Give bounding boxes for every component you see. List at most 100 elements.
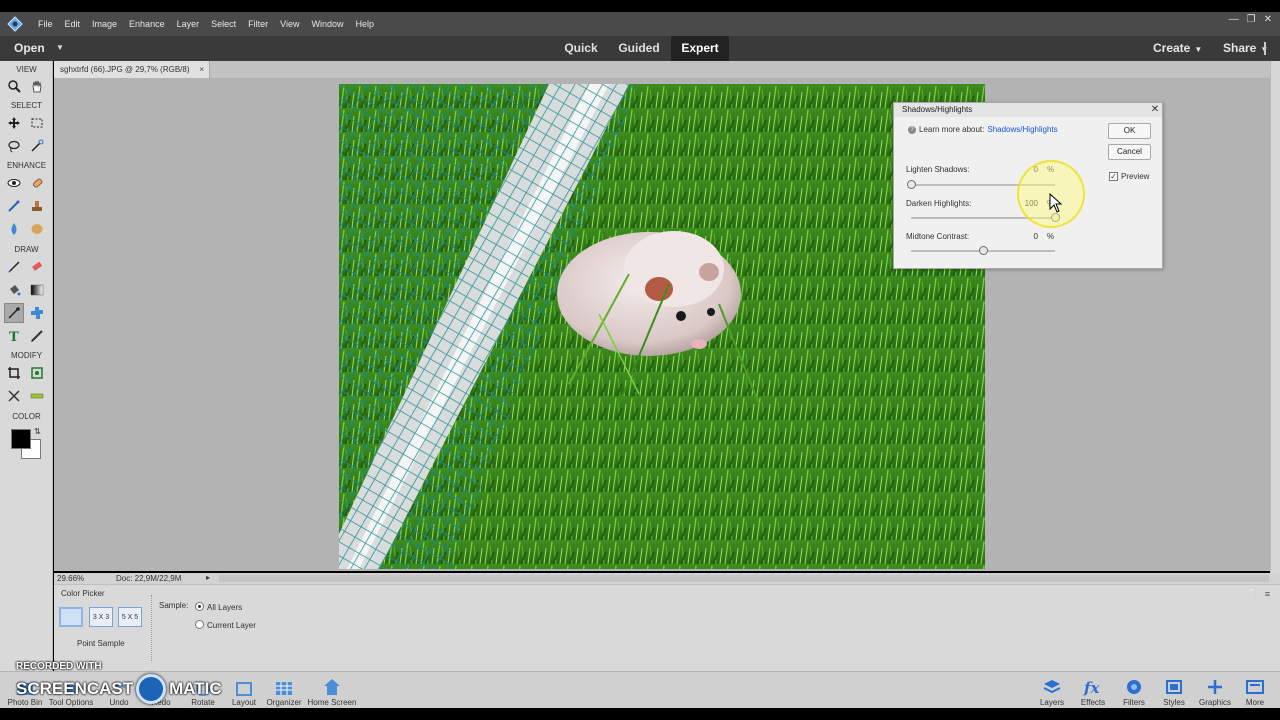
midtone-contrast-value[interactable]: 0: [1016, 232, 1038, 241]
lasso-tool-icon[interactable]: [4, 136, 24, 156]
menu-window[interactable]: Window: [305, 19, 349, 29]
type-tool-icon[interactable]: T: [4, 326, 24, 346]
blur-tool-icon[interactable]: [4, 219, 24, 239]
marquee-tool-icon[interactable]: [27, 113, 47, 133]
midtone-contrast-thumb[interactable]: [979, 246, 988, 255]
styles-button[interactable]: Styles: [1151, 674, 1197, 707]
learn-more: ? Learn more about: Shadows/Highlights: [908, 125, 1058, 134]
document-tab[interactable]: sghxtrfd (66).JPG @ 29,7% (RGB/8) ×: [54, 61, 210, 78]
radio-all-layers[interactable]: [195, 602, 204, 611]
layers-icon: [1029, 674, 1075, 696]
tab-guided[interactable]: Guided: [612, 36, 666, 61]
midtone-contrast-unit: %: [1047, 232, 1055, 241]
ok-button[interactable]: OK: [1108, 123, 1151, 139]
point-sample-label: Point Sample: [77, 639, 125, 648]
close-document-icon[interactable]: ×: [199, 61, 204, 78]
color-picker-tool-icon[interactable]: [4, 303, 24, 323]
organizer-button[interactable]: Organizer: [261, 674, 307, 707]
screencast-logo-icon: [136, 674, 167, 704]
home-screen-button[interactable]: Home Screen: [306, 674, 358, 707]
status-zoom[interactable]: 29.66%: [57, 574, 84, 583]
create-button[interactable]: Create ▼: [1153, 36, 1202, 61]
more-button[interactable]: More: [1232, 674, 1278, 707]
status-menu-arrow-icon[interactable]: ▸: [206, 573, 210, 582]
menu-select[interactable]: Select: [205, 19, 242, 29]
vertical-scrollbar[interactable]: [1270, 61, 1280, 573]
help-icon[interactable]: ❔: [1248, 589, 1259, 600]
help-circle-icon: ?: [908, 125, 916, 134]
smart-brush-icon[interactable]: [4, 196, 24, 216]
recompose-tool-icon[interactable]: [27, 363, 47, 383]
watermark-line2: SCREENCAST MATIC: [16, 674, 222, 704]
open-caret-icon[interactable]: ▼: [56, 43, 64, 52]
sponge-tool-icon[interactable]: [27, 219, 47, 239]
open-button[interactable]: Open: [14, 41, 45, 55]
tab-expert[interactable]: Expert: [671, 36, 729, 61]
zoom-tool-icon[interactable]: [4, 76, 24, 96]
learn-more-link[interactable]: Shadows/Highlights: [987, 125, 1057, 134]
more-label: More: [1245, 698, 1265, 707]
custom-shape-icon[interactable]: [27, 303, 47, 323]
tab-quick[interactable]: Quick: [556, 36, 606, 61]
share-label: Share: [1223, 41, 1257, 55]
point-sample-button[interactable]: [59, 607, 83, 627]
screencast-watermark: RECORDED WITH SCREENCAST MATIC: [16, 661, 222, 704]
menu-view[interactable]: View: [274, 19, 305, 29]
swap-colors-icon[interactable]: ⇅: [34, 427, 41, 436]
effects-button[interactable]: fx Effects: [1070, 674, 1116, 707]
menu-layer[interactable]: Layer: [171, 19, 206, 29]
brush-tool-icon[interactable]: [4, 257, 24, 277]
move-tool-icon[interactable]: [4, 113, 24, 133]
document-image[interactable]: [339, 84, 985, 569]
tool-options-panel: Color Picker 3 X 3 5 X 5 Point Sample Sa…: [54, 584, 1280, 671]
watermark-line1: RECORDED WITH: [16, 661, 102, 672]
menu-help[interactable]: Help: [349, 19, 380, 29]
dialog-title-bar[interactable]: Shadows/Highlights ✕: [894, 103, 1162, 117]
pencil-tool-icon[interactable]: [27, 326, 47, 346]
layers-button[interactable]: Layers: [1029, 674, 1075, 707]
menu-enhance[interactable]: Enhance: [123, 19, 171, 29]
midtone-contrast-slider[interactable]: [911, 246, 1055, 255]
menu-image[interactable]: Image: [86, 19, 123, 29]
lighten-shadows-label: Lighten Shadows:: [906, 165, 970, 174]
lighten-shadows-thumb[interactable]: [907, 180, 916, 189]
sample-3x3-button[interactable]: 3 X 3: [89, 607, 113, 627]
paint-bucket-icon[interactable]: [4, 280, 24, 300]
foreground-color-swatch[interactable]: [11, 429, 31, 449]
healing-brush-icon[interactable]: [27, 173, 47, 193]
eraser-tool-icon[interactable]: [27, 257, 47, 277]
restore-icon[interactable]: ❐: [1247, 14, 1256, 25]
dialog-close-icon[interactable]: ✕: [1150, 103, 1160, 117]
options-menu-icon[interactable]: ≡: [1265, 589, 1270, 600]
minimize-icon[interactable]: —: [1229, 14, 1239, 25]
red-eye-icon[interactable]: [4, 173, 24, 193]
quick-selection-icon[interactable]: [27, 136, 47, 156]
midtone-contrast-label: Midtone Contrast:: [906, 232, 970, 241]
mode-bar: Open ▼ Quick Guided Expert Create ▼ Share…: [0, 36, 1280, 61]
crop-tool-icon[interactable]: [4, 363, 24, 383]
gradient-tool-icon[interactable]: [27, 280, 47, 300]
straighten-tool-icon[interactable]: [27, 386, 47, 406]
styles-icon: [1151, 674, 1197, 696]
svg-text:fx: fx: [1083, 679, 1100, 696]
radio-current-layer[interactable]: [195, 620, 204, 629]
preview-checkbox[interactable]: ✓: [1109, 172, 1118, 181]
close-icon[interactable]: ✕: [1264, 14, 1272, 25]
share-button[interactable]: Share▼: [1223, 36, 1268, 61]
clone-stamp-icon[interactable]: [27, 196, 47, 216]
home-screen-label: Home Screen: [307, 698, 357, 707]
menu-filter[interactable]: Filter: [242, 19, 274, 29]
menu-edit[interactable]: Edit: [59, 19, 87, 29]
organizer-label: Organizer: [266, 698, 302, 707]
section-select: SELECT: [10, 101, 43, 110]
status-bar: 29.66% Doc: 22,9M/22,9M ▸: [54, 573, 1280, 584]
horizontal-scrollbar[interactable]: [219, 575, 1269, 582]
hand-tool-icon[interactable]: [27, 76, 47, 96]
sample-5x5-button[interactable]: 5 X 5: [118, 607, 142, 627]
cancel-button[interactable]: Cancel: [1108, 144, 1151, 160]
bottom-letterbox: [0, 708, 1280, 720]
menu-bar: File Edit Image Enhance Layer Select Fil…: [0, 12, 1280, 36]
preview-label: Preview: [1121, 172, 1150, 181]
menu-file[interactable]: File: [32, 19, 59, 29]
content-aware-move-icon[interactable]: [4, 386, 24, 406]
